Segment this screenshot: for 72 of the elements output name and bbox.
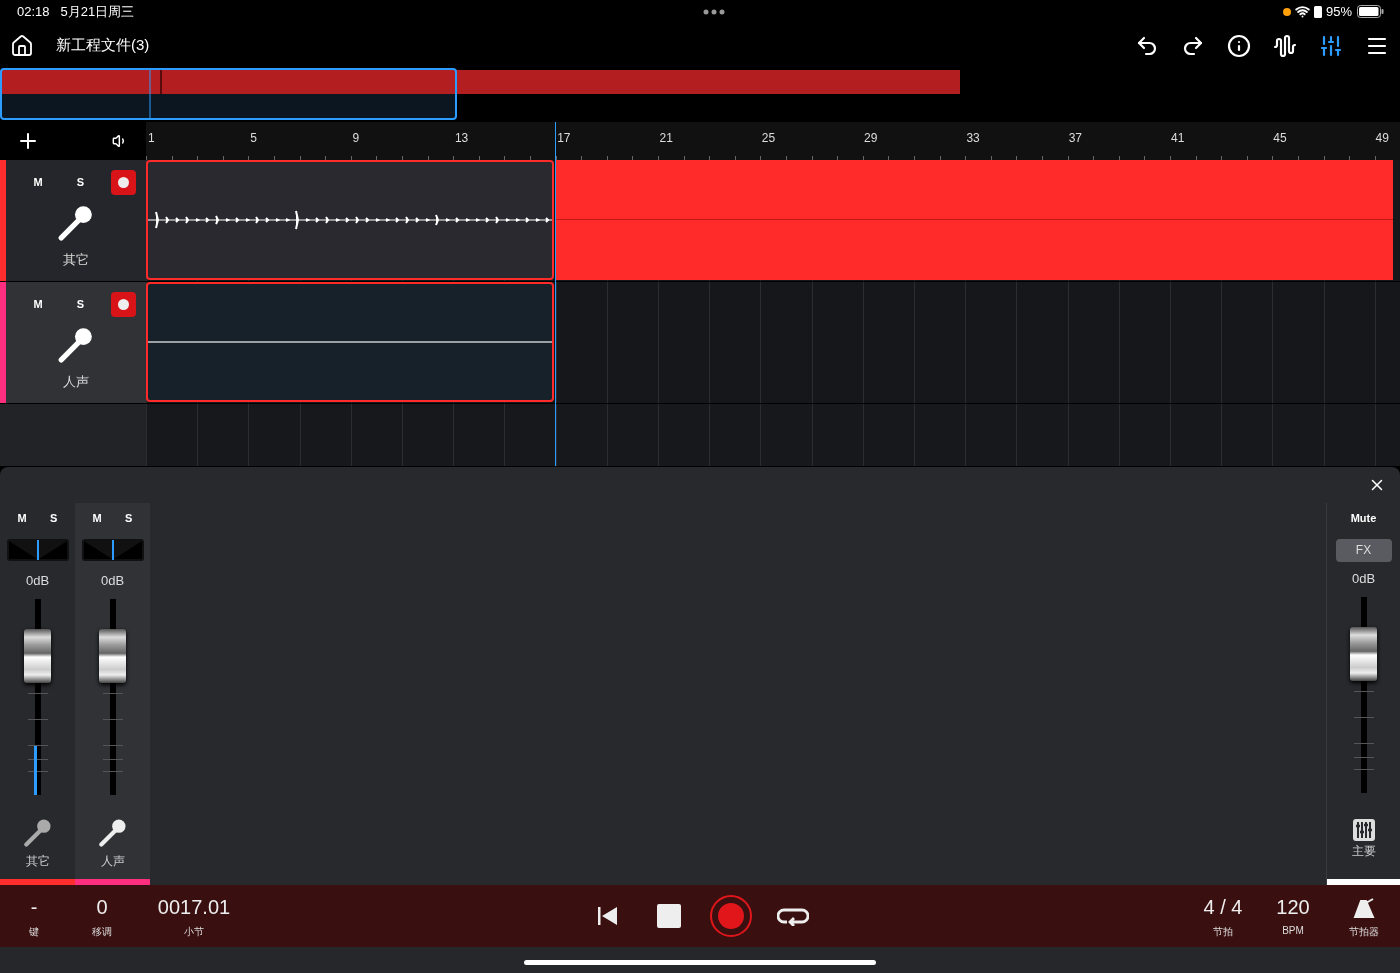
volume-readout: 0dB: [1351, 570, 1376, 587]
track-name: 人声: [63, 372, 89, 391]
bar-number: 17: [557, 129, 572, 147]
status-date: 5月21日周三: [60, 2, 135, 21]
bar-number: 9: [352, 129, 361, 147]
bar-number: 1: [148, 129, 156, 147]
fx-button[interactable]: FX: [1335, 538, 1392, 562]
bar-number: 21: [659, 129, 674, 147]
more-icon: [703, 8, 726, 15]
indicator-dot: [1282, 7, 1291, 16]
bar-number: 25: [761, 129, 777, 147]
project-title: 新工程文件(3): [56, 36, 150, 56]
time-signature-value[interactable]: 4 / 4: [1203, 893, 1243, 922]
time-signature-label: 节拍: [1213, 925, 1233, 940]
overview-drawing[interactable]: [0, 67, 962, 122]
channel-name: 其它: [25, 852, 50, 870]
volume-readout: 0dB: [25, 572, 50, 589]
bar-number: 29: [864, 129, 879, 147]
track-name: 其它: [63, 250, 89, 269]
track-header[interactable]: M S 人声: [0, 281, 146, 403]
fader-thumb[interactable]: [23, 628, 51, 683]
lock-icon: [1313, 5, 1322, 18]
position-value[interactable]: 0017.01: [157, 893, 231, 922]
mute-button[interactable]: M: [92, 502, 102, 533]
pan-control[interactable]: [81, 538, 144, 561]
bar-number: 45: [1273, 129, 1288, 147]
audio-clip[interactable]: [146, 159, 554, 280]
status-time: 02:18: [17, 4, 50, 20]
wifi-icon: [1294, 4, 1310, 20]
record-arm-button[interactable]: [111, 169, 136, 195]
bar-number: 33: [966, 129, 981, 147]
channel-strip[interactable]: M S 0dB 人声: [75, 502, 150, 886]
home-indicator[interactable]: [524, 959, 876, 965]
transpose-value[interactable]: 0: [96, 893, 108, 922]
mixer-icon: [1352, 818, 1375, 841]
bar-number: 13: [454, 129, 470, 147]
bar-number: 49: [1375, 129, 1389, 147]
skip-back-icon: [596, 905, 618, 928]
tempo-label: BPM: [1282, 925, 1304, 937]
mute-button[interactable]: M: [17, 502, 27, 533]
position-label: 小节: [184, 925, 204, 940]
bar-number: 37: [1068, 129, 1084, 147]
bar-number: 5: [250, 129, 258, 147]
channel-name: 主要: [1351, 842, 1376, 860]
mute-button[interactable]: M: [26, 292, 50, 317]
solo-button[interactable]: S: [68, 292, 93, 317]
battery-icon: [1357, 5, 1384, 19]
timeline-ruler[interactable]: 1 5 9 13 17 21 25 29 33 37 41 45 49: [146, 121, 1400, 160]
metronome-label: 节拍器: [1349, 925, 1379, 940]
stop-icon: [657, 904, 681, 929]
fader-thumb[interactable]: [98, 628, 126, 683]
waveform-button[interactable]: [1272, 32, 1298, 59]
bar-number: 41: [1170, 129, 1186, 147]
pan-control[interactable]: [6, 538, 69, 561]
volume-readout: 0dB: [100, 572, 125, 589]
key-label: 键: [29, 925, 39, 940]
solo-button[interactable]: S: [50, 502, 58, 533]
fader-thumb[interactable]: [1349, 626, 1377, 681]
tempo-value[interactable]: 120: [1276, 893, 1310, 922]
solo-button[interactable]: S: [68, 170, 93, 195]
mute-button[interactable]: Mute: [1350, 502, 1377, 533]
mute-button[interactable]: M: [26, 170, 50, 195]
record-arm-button[interactable]: [111, 291, 136, 317]
loop-icon: [777, 906, 809, 927]
key-value[interactable]: -: [30, 893, 38, 922]
track-header[interactable]: M S 其它: [0, 159, 146, 281]
channel-name: 人声: [100, 852, 125, 870]
transpose-label: 移调: [92, 925, 112, 940]
battery-percent: 95%: [1325, 4, 1352, 20]
info-button[interactable]: [1226, 32, 1252, 59]
solo-button[interactable]: S: [125, 502, 133, 533]
home-button[interactable]: [10, 33, 34, 58]
